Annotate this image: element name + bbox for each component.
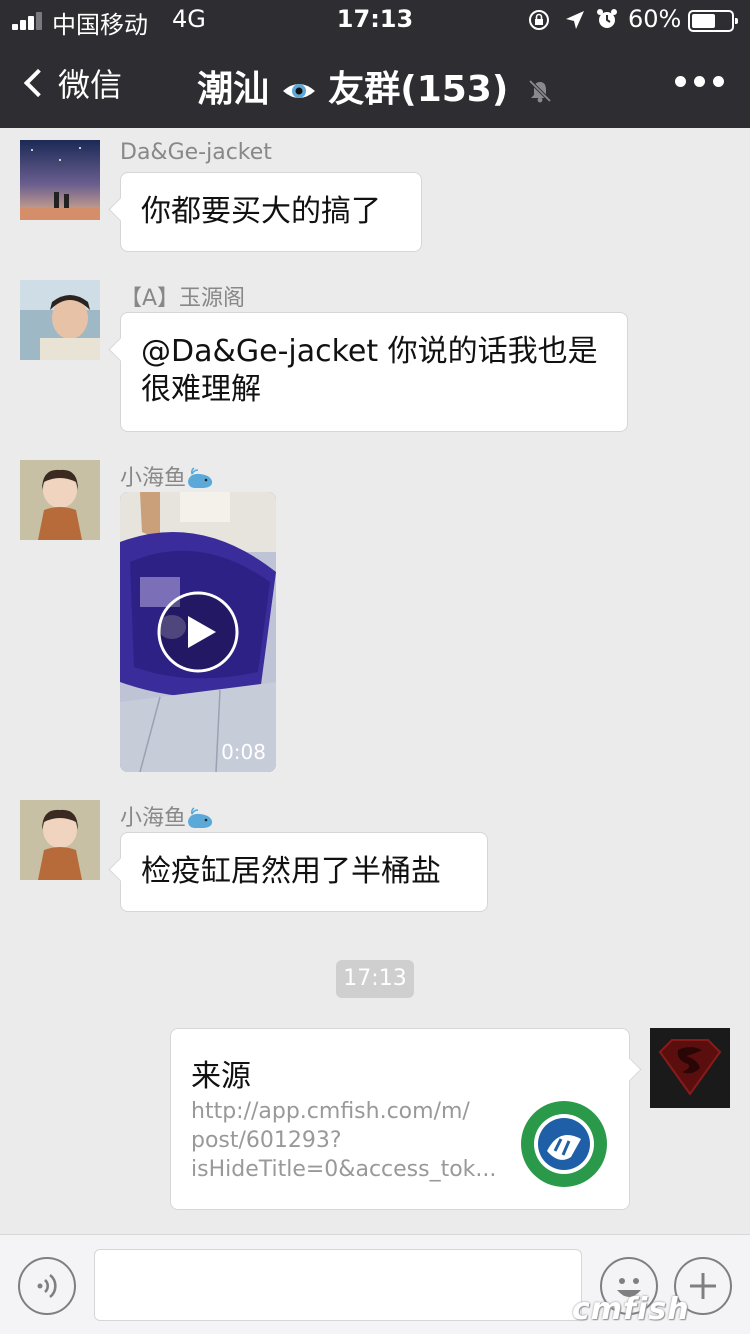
my-avatar[interactable]: [650, 1028, 730, 1108]
chat-title: 潮汕 友群(153): [0, 60, 750, 112]
watermark: cmfish: [572, 1292, 690, 1327]
avatar[interactable]: [20, 280, 100, 360]
muted-bell-icon: [528, 79, 552, 103]
avatar[interactable]: [20, 800, 100, 880]
alarm-icon: [597, 9, 617, 28]
sender-name-text: 小海鱼: [120, 466, 187, 491]
time-divider: 17:13: [336, 960, 414, 998]
link-card[interactable]: 来源 http://app.cmfish.com/m/ post/601293?…: [170, 1028, 630, 1210]
link-card-thumbnail: [521, 1101, 607, 1187]
orientation-lock-icon: [529, 10, 549, 30]
avatar-image: [20, 280, 100, 360]
whale-emoji-icon: [188, 807, 213, 828]
video-duration: 0:08: [221, 740, 266, 764]
message-input[interactable]: [94, 1249, 582, 1321]
eye-emoji-icon: [282, 84, 315, 98]
voice-button[interactable]: [18, 1257, 76, 1315]
title-part1: 潮汕: [197, 69, 270, 110]
voice-icon: [37, 1273, 57, 1299]
play-icon[interactable]: [156, 590, 240, 674]
avatar-image: [20, 460, 100, 540]
title-part2: 友群(153): [328, 69, 509, 110]
avatar[interactable]: [20, 460, 100, 540]
link-card-title: 来源: [191, 1059, 251, 1094]
avatar-image: [20, 800, 100, 880]
location-arrow-icon: [566, 11, 584, 29]
superman-logo-icon: [650, 1028, 730, 1108]
battery-icon: [688, 10, 738, 32]
status-bar: 中国移动 4G 17:13 60%: [0, 0, 750, 40]
sender-name: Da&Ge-jacket: [120, 140, 272, 165]
message-bubble[interactable]: @Da&Ge-jacket 你说的话我也是很难理解: [120, 312, 628, 432]
message-bubble[interactable]: 你都要买大的搞了: [120, 172, 422, 252]
sender-name: 小海鱼: [120, 460, 216, 492]
message-bubble[interactable]: 检疫缸居然用了半桶盐: [120, 832, 488, 912]
sender-name: 【A】玉源阁: [120, 286, 246, 311]
avatar-image: [20, 140, 100, 220]
whale-emoji-icon: [188, 467, 213, 488]
sender-name: 小海鱼: [120, 800, 216, 832]
top-bar: 中国移动 4G 17:13 60% 微信 潮汕 友群(153): [0, 0, 750, 128]
battery-percent: 60%: [628, 5, 682, 33]
navigation-bar: 微信 潮汕 友群(153): [0, 40, 750, 128]
sender-name-text: 小海鱼: [120, 806, 187, 831]
avatar[interactable]: [20, 140, 100, 220]
more-icon[interactable]: [675, 76, 724, 87]
video-message[interactable]: 0:08: [120, 492, 276, 772]
link-card-url: http://app.cmfish.com/m/ post/601293? is…: [191, 1099, 497, 1182]
